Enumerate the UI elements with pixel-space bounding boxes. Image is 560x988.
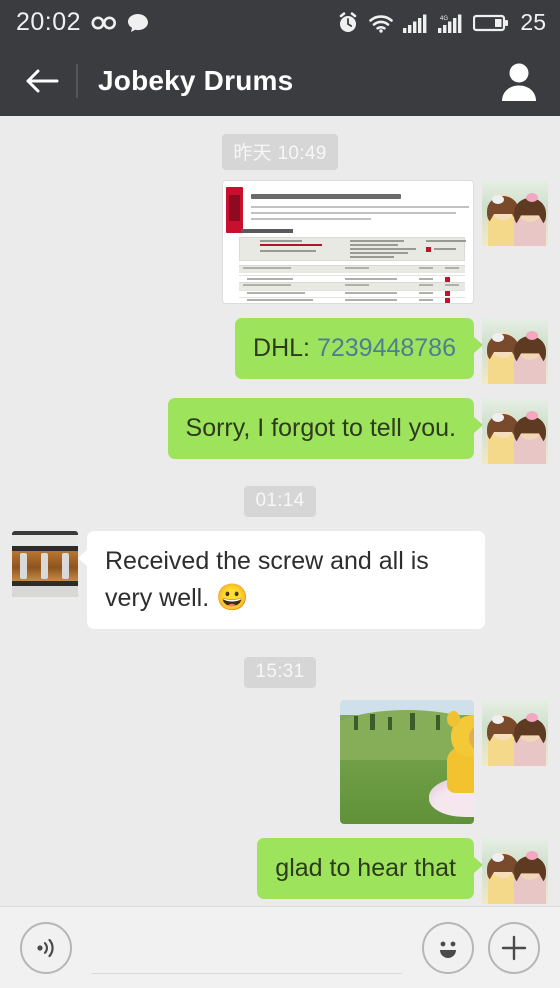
message-row-image-photo — [0, 700, 560, 824]
message-input-bar — [0, 906, 560, 988]
emoji-button[interactable] — [422, 921, 474, 974]
message-bubble-outgoing[interactable]: DHL: 7239448786 — [235, 318, 483, 379]
avatar-two-girls-image — [482, 180, 548, 246]
message-bubble-incoming[interactable]: Received the screw and all is very well.… — [78, 531, 485, 629]
alarm-clock-icon — [337, 11, 359, 34]
avatar[interactable] — [482, 318, 548, 384]
back-arrow-icon — [25, 68, 59, 94]
avatar-two-girls-image — [482, 318, 548, 384]
contact-info-button[interactable] — [496, 58, 542, 104]
dhl-doc-textline — [251, 218, 371, 220]
status-bar: 20:02 4G 25 — [0, 0, 560, 45]
message-row-dhl-number: DHL: 7239448786 — [0, 318, 560, 384]
smiley-face-icon — [432, 932, 464, 964]
message-row-glad: glad to hear that — [0, 838, 560, 904]
avatar[interactable] — [482, 838, 548, 904]
dhl-doc-title — [251, 194, 401, 199]
child-costume-photo[interactable] — [340, 700, 474, 824]
message-row-received: Received the screw and all is very well.… — [0, 531, 560, 629]
voice-wave-icon — [32, 934, 60, 962]
dhl-tracking-screenshot[interactable] — [222, 180, 474, 304]
smiling-emoji: 😀 — [216, 582, 249, 612]
page-title: Jobeky Drums — [98, 64, 294, 96]
dhl-doc-result-block — [239, 237, 466, 261]
back-button[interactable] — [22, 61, 62, 101]
svg-text:4G: 4G — [440, 16, 448, 22]
signal-4g-icon: 4G — [438, 13, 464, 33]
message-text: Received the screw and all is very well. — [105, 547, 429, 612]
wifi-icon — [368, 13, 394, 33]
dhl-doc-textline — [251, 206, 469, 208]
dhl-doc-textline — [251, 212, 456, 214]
dhl-doc-subheading — [241, 229, 293, 233]
child-costume-photo-content — [340, 700, 474, 824]
tracking-number-link[interactable]: 7239448786 — [317, 334, 456, 362]
avatar[interactable] — [482, 398, 548, 464]
message-text: DHL: — [253, 334, 317, 362]
timestamp-row: 昨天 10:49 — [0, 134, 560, 170]
timestamp-chip: 01:14 — [244, 486, 316, 517]
avatar-two-girls-image — [482, 398, 548, 464]
phone-screen: 20:02 4G 25 Jobeky Drums 昨天 10:49 DHL: 7… — [0, 0, 560, 988]
app-bar-divider — [76, 63, 78, 98]
timestamp-row: 15:31 — [0, 657, 560, 688]
message-list[interactable]: 昨天 10:49 DHL: 7239448786 Sorry, I forgot… — [0, 116, 560, 906]
status-bar-left: 20:02 — [16, 8, 149, 37]
contact-person-icon — [499, 60, 539, 102]
message-bubble-outgoing[interactable]: Sorry, I forgot to tell you. — [167, 398, 484, 459]
battery-icon — [473, 13, 509, 33]
avatar[interactable] — [482, 700, 548, 766]
battery-percent-label: 25 — [520, 9, 546, 35]
status-bar-right: 4G 25 — [337, 9, 546, 36]
avatar-snare-drum-image — [12, 531, 78, 597]
message-bubble-outgoing[interactable]: glad to hear that — [257, 838, 483, 899]
timestamp-chip: 昨天 10:49 — [222, 134, 338, 170]
message-input[interactable] — [92, 921, 402, 974]
timestamp-row: 01:14 — [0, 486, 560, 517]
avatar[interactable] — [482, 180, 548, 246]
voice-record-button[interactable] — [20, 921, 72, 974]
dhl-logo-bar — [226, 187, 243, 233]
message-row-image-dhl — [0, 180, 560, 304]
dhl-doc-body — [223, 181, 473, 303]
add-attachment-button[interactable] — [488, 921, 540, 974]
avatar-two-girls-image — [482, 838, 548, 904]
avatar[interactable] — [12, 531, 78, 597]
timestamp-chip: 15:31 — [244, 657, 316, 688]
infinity-icon — [91, 15, 117, 31]
message-bubble-icon — [127, 13, 149, 33]
avatar-two-girls-image — [482, 700, 548, 766]
plus-icon — [499, 933, 529, 963]
signal-bars-icon — [403, 13, 429, 33]
message-row-sorry: Sorry, I forgot to tell you. — [0, 398, 560, 464]
status-clock: 20:02 — [16, 8, 82, 36]
app-bar: Jobeky Drums — [0, 45, 560, 116]
